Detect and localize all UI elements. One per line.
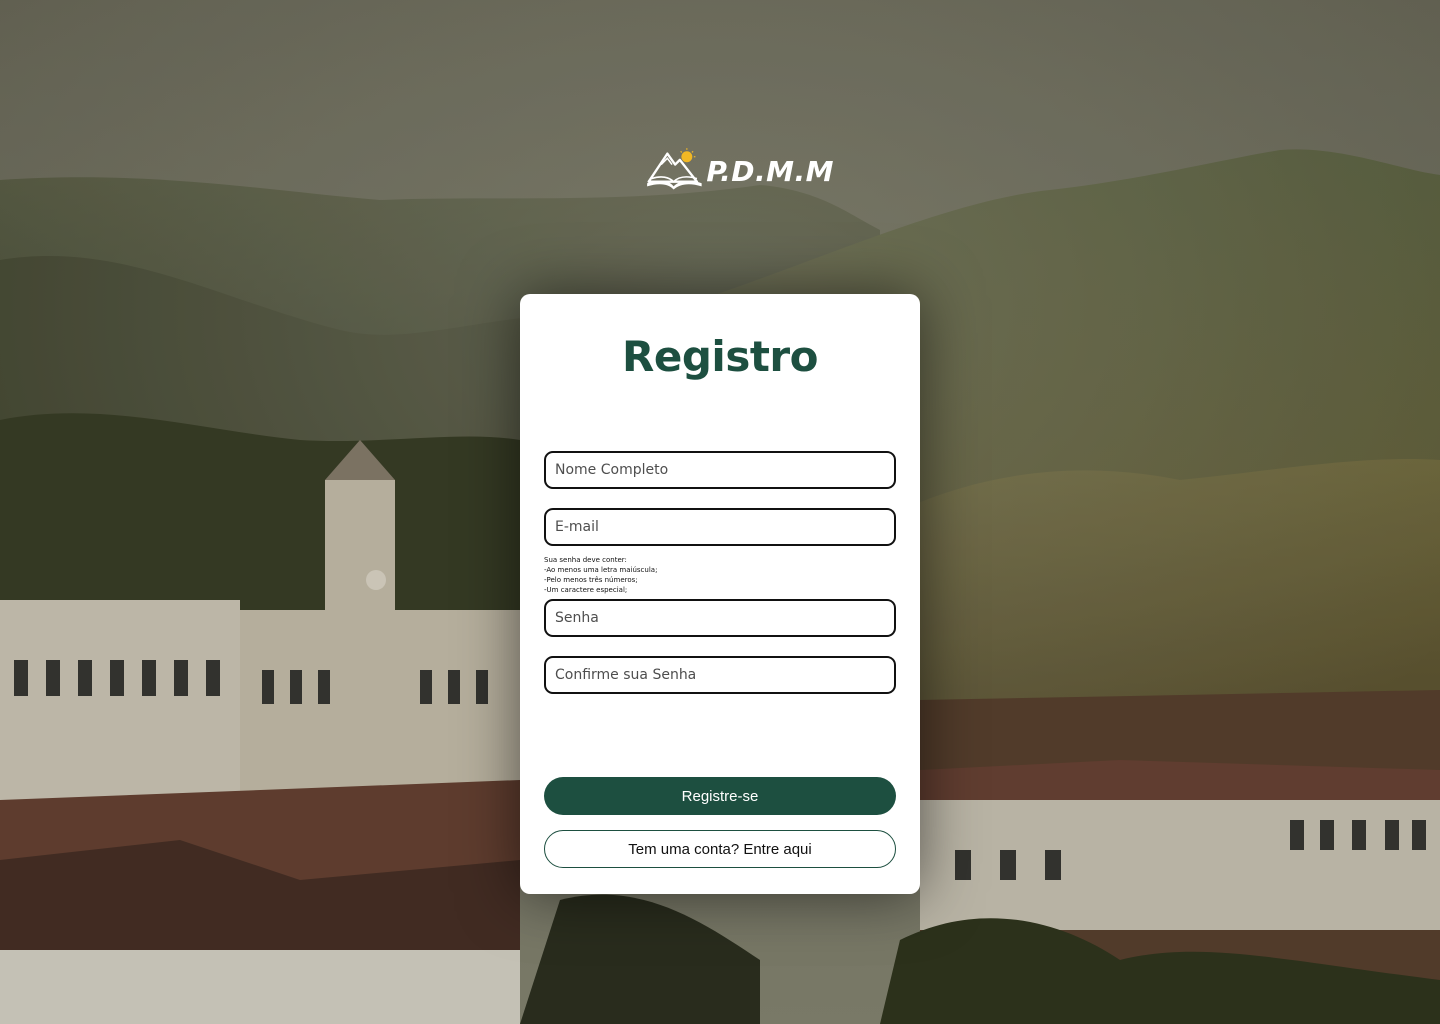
confirm-password-field[interactable] [544,656,896,694]
login-link-button[interactable]: Tem uma conta? Entre aqui [544,830,896,868]
brand-logo: P.D.M.M [644,140,834,200]
brand-name: P.D.M.M [706,154,834,188]
register-button[interactable]: Registre-se [544,777,896,815]
page-title: Registro [622,332,818,381]
email-field[interactable] [544,508,896,546]
full-name-field[interactable] [544,451,896,489]
password-hint-uppercase: -Ao menos uma letra maiúscula; [544,566,658,574]
password-hint-special: -Um caractere especial; [544,586,628,594]
mountain-book-sun-icon [647,148,702,190]
register-card: Registro Sua senha deve conter: -Ao meno… [520,294,920,894]
password-field[interactable] [544,599,896,637]
email-input[interactable] [555,519,894,535]
confirm-password-input[interactable] [555,667,894,683]
password-hint-heading: Sua senha deve conter: [544,556,627,564]
password-input[interactable] [555,610,894,626]
full-name-input[interactable] [555,462,894,478]
password-hint-numbers: -Pelo menos três números; [544,576,638,584]
password-requirements: Sua senha deve conter: -Ao menos uma let… [544,555,844,595]
